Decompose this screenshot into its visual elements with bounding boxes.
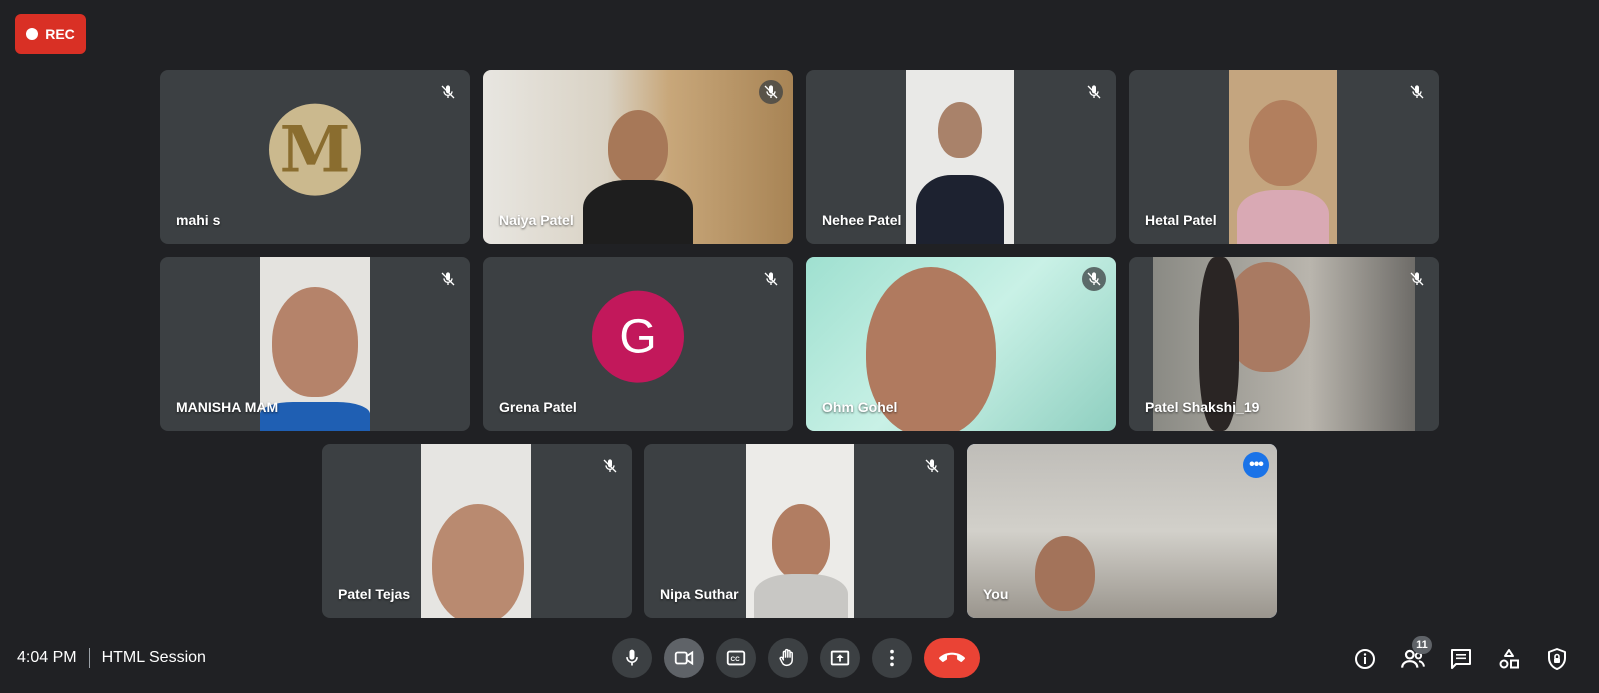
- participant-name: Patel Shakshi_19: [1145, 399, 1260, 415]
- participant-video: [1249, 100, 1317, 186]
- info-button[interactable]: [1352, 646, 1378, 672]
- mic-off-icon: [598, 454, 622, 478]
- participant-name: mahi s: [176, 212, 221, 228]
- tile-more-options-icon[interactable]: •••: [1243, 452, 1269, 478]
- present-button[interactable]: [820, 638, 860, 678]
- participant-video: [608, 110, 668, 185]
- video-feed: [967, 444, 1277, 618]
- participant-body: [1237, 190, 1329, 244]
- participant-name: Nipa Suthar: [660, 586, 739, 602]
- mic-off-icon: [1405, 80, 1429, 104]
- recording-indicator[interactable]: REC: [15, 14, 86, 54]
- participant-video: [272, 287, 358, 397]
- participant-name: Naiya Patel: [499, 212, 574, 228]
- captions-button[interactable]: CC: [716, 638, 756, 678]
- participant-name: Patel Tejas: [338, 586, 411, 602]
- participant-tile[interactable]: Patel Shakshi_19: [1129, 257, 1439, 431]
- mic-off-icon: [1082, 80, 1106, 104]
- activities-icon: [1499, 649, 1519, 669]
- mic-off-icon: [436, 267, 460, 291]
- participant-name: You: [983, 586, 1009, 602]
- raise-hand-button[interactable]: [768, 638, 808, 678]
- record-dot-icon: [26, 28, 39, 40]
- mic-button[interactable]: [612, 638, 652, 678]
- end-call-button[interactable]: [924, 638, 980, 678]
- raise-hand-icon: [779, 648, 793, 667]
- present-icon: [830, 650, 850, 666]
- participant-video: [1035, 536, 1095, 611]
- participant-tile[interactable]: Nipa Suthar: [644, 444, 954, 618]
- self-view-tile[interactable]: You •••: [967, 444, 1277, 618]
- participant-tile[interactable]: Naiya Patel: [483, 70, 793, 244]
- participant-video: [432, 504, 524, 618]
- info-icon: [1355, 649, 1375, 669]
- mic-off-icon: [920, 454, 944, 478]
- activities-button[interactable]: [1496, 646, 1522, 672]
- mic-off-icon: [759, 267, 783, 291]
- participant-tile[interactable]: Ohm Gohel: [806, 257, 1116, 431]
- participant-tile[interactable]: MANISHA MAM: [160, 257, 470, 431]
- participant-video: [772, 504, 830, 580]
- avatar: M: [269, 103, 361, 196]
- participant-tile[interactable]: Nehee Patel: [806, 70, 1116, 244]
- meeting-info: 4:04 PM HTML Session: [17, 648, 206, 668]
- camera-icon: [674, 650, 694, 666]
- participant-tile[interactable]: Patel Tejas: [322, 444, 632, 618]
- chat-icon: [1451, 649, 1471, 669]
- participant-body: [754, 574, 848, 618]
- host-controls-button[interactable]: [1544, 646, 1570, 672]
- participant-name: Grena Patel: [499, 399, 577, 415]
- mic-off-icon: [436, 80, 460, 104]
- people-button[interactable]: 11: [1400, 636, 1432, 672]
- participant-body: [916, 175, 1004, 244]
- participant-name: Nehee Patel: [822, 212, 902, 228]
- svg-text:CC: CC: [731, 656, 741, 663]
- people-count-badge: 11: [1412, 636, 1432, 654]
- avatar: G: [592, 290, 684, 383]
- end-call-icon: [939, 652, 965, 663]
- recording-label: REC: [45, 26, 75, 42]
- divider: [88, 648, 90, 668]
- participant-tile[interactable]: G Grena Patel: [483, 257, 793, 431]
- host-controls-icon: [1548, 648, 1566, 670]
- mic-off-icon: [1082, 267, 1106, 291]
- participant-name: MANISHA MAM: [176, 399, 279, 415]
- participant-name: Hetal Patel: [1145, 212, 1217, 228]
- captions-icon: CC: [726, 650, 746, 666]
- avatar-letter: G: [619, 310, 657, 364]
- mic-icon: [626, 649, 638, 666]
- mic-off-icon: [1405, 267, 1429, 291]
- participant-video: [938, 102, 982, 158]
- more-options-button[interactable]: [872, 638, 912, 678]
- participant-name: Ohm Gohel: [822, 399, 898, 415]
- avatar-letter: M: [279, 112, 351, 188]
- meeting-time: 4:04 PM: [17, 649, 77, 666]
- mic-off-icon: [759, 80, 783, 104]
- participant-tile[interactable]: M mahi s: [160, 70, 470, 244]
- participant-tile[interactable]: Hetal Patel: [1129, 70, 1439, 244]
- meeting-title: HTML Session: [101, 649, 206, 666]
- camera-button[interactable]: [664, 638, 704, 678]
- more-options-icon: [890, 649, 894, 667]
- participant-body: [583, 180, 693, 244]
- chat-button[interactable]: [1448, 646, 1474, 672]
